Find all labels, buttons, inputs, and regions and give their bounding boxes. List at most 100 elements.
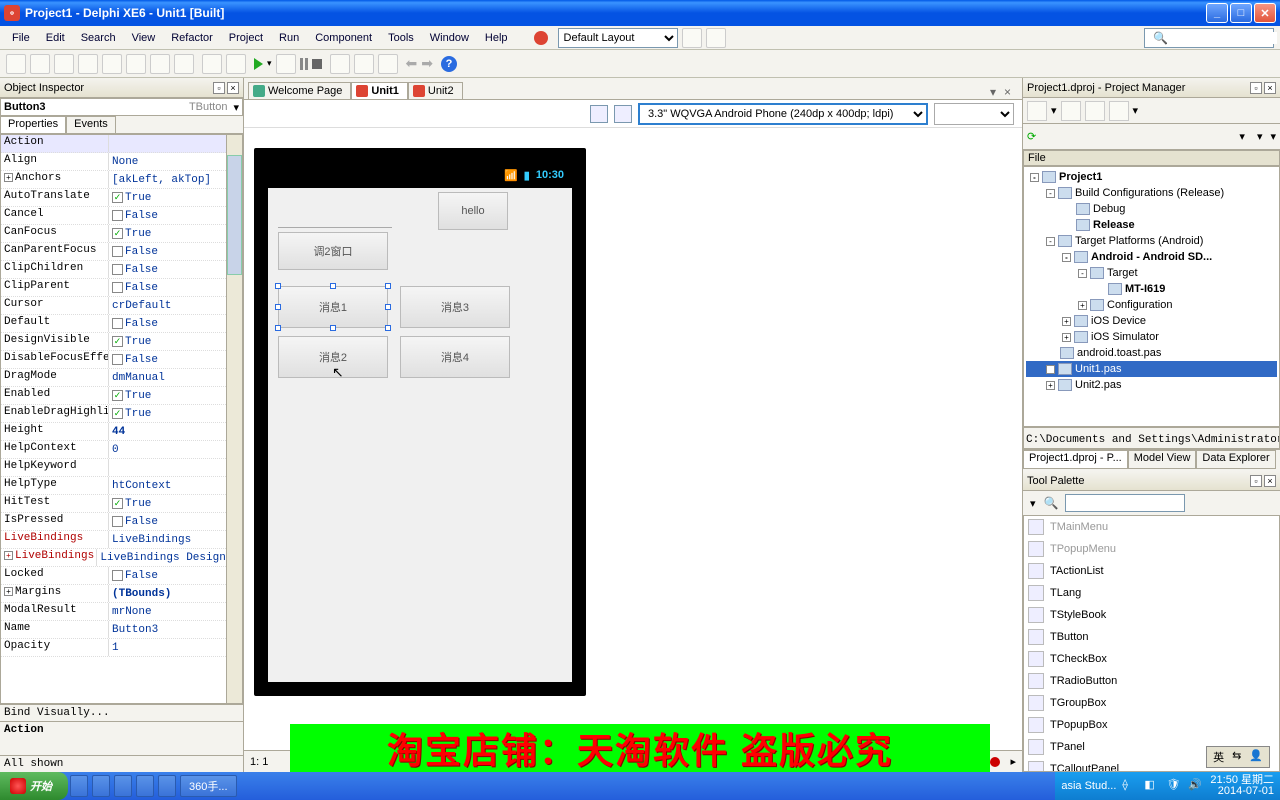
- layout-select[interactable]: Default Layout: [558, 28, 678, 48]
- saveall-button[interactable]: [150, 54, 170, 74]
- menu-search[interactable]: Search: [75, 30, 122, 46]
- tray-icon[interactable]: 🛡: [1166, 778, 1182, 794]
- menu-tools[interactable]: Tools: [382, 30, 420, 46]
- oi-tab-properties[interactable]: Properties: [0, 116, 66, 133]
- tree-row[interactable]: -Project1: [1026, 169, 1277, 185]
- menu-component[interactable]: Component: [309, 30, 378, 46]
- tray-clock[interactable]: 21:50 星期二 2014-07-01: [1210, 775, 1274, 797]
- task-item[interactable]: [70, 775, 88, 797]
- task-item-360[interactable]: 360手...: [180, 775, 237, 797]
- menu-edit[interactable]: Edit: [40, 30, 71, 46]
- tree-row[interactable]: -Build Configurations (Release): [1026, 185, 1277, 201]
- run-nobp-button[interactable]: [276, 54, 296, 74]
- palette-item[interactable]: TRadioButton: [1024, 670, 1279, 692]
- pm-view-button[interactable]: [1109, 101, 1129, 121]
- tree-row[interactable]: +Configuration: [1026, 297, 1277, 313]
- palette-item[interactable]: TPopupBox: [1024, 714, 1279, 736]
- oi-bind-visually[interactable]: Bind Visually...: [0, 704, 243, 721]
- language-indicator[interactable]: 英⇆👤: [1206, 746, 1270, 768]
- new-unit-button[interactable]: [54, 54, 74, 74]
- tab-welcome-page[interactable]: Welcome Page: [248, 82, 351, 99]
- stop-button[interactable]: [312, 59, 322, 69]
- btab-data[interactable]: Data Explorer: [1196, 450, 1275, 469]
- new-form-button[interactable]: [78, 54, 98, 74]
- open-button[interactable]: [30, 54, 50, 74]
- zoom-actual-button[interactable]: [590, 105, 608, 123]
- tree-row[interactable]: -Target: [1026, 265, 1277, 281]
- tab-dropdown-button[interactable]: ▾: [990, 85, 1004, 99]
- tree-row[interactable]: MT-I619: [1026, 281, 1277, 297]
- tree-row[interactable]: +Unit1.pas: [1026, 361, 1277, 377]
- menu-file[interactable]: File: [6, 30, 36, 46]
- tp-list[interactable]: TMainMenuTPopupMenuTActionListTLangTStyl…: [1023, 515, 1280, 772]
- oi-pin-button[interactable]: ▫: [213, 82, 225, 94]
- tree-row[interactable]: Debug: [1026, 201, 1277, 217]
- pause-button[interactable]: [300, 58, 308, 70]
- pm-add-button[interactable]: [1061, 101, 1081, 121]
- folder-open-button[interactable]: [202, 54, 222, 74]
- nav-fwd-button[interactable]: ➡: [421, 55, 433, 72]
- button-msg1-selected[interactable]: 消息1: [278, 286, 388, 328]
- help-button[interactable]: ?: [441, 56, 457, 72]
- oi-property-grid[interactable]: Action▾AlignNone+Anchors[akLeft, akTop]A…: [0, 134, 243, 704]
- oi-scrollbar[interactable]: [226, 135, 242, 703]
- palette-item[interactable]: TButton: [1024, 626, 1279, 648]
- oi-object-combo[interactable]: Button3 TButton ▾: [0, 98, 243, 116]
- menu-run[interactable]: Run: [273, 30, 305, 46]
- maximize-button[interactable]: □: [1230, 3, 1252, 23]
- menu-help[interactable]: Help: [479, 30, 514, 46]
- ide-search[interactable]: 🔍: [1144, 28, 1274, 48]
- tp-close-button[interactable]: ×: [1264, 475, 1276, 487]
- task-item[interactable]: [136, 775, 154, 797]
- tree-row[interactable]: -Android - Android SD...: [1026, 249, 1277, 265]
- palette-item[interactable]: TStyleBook: [1024, 604, 1279, 626]
- set-desktop-button[interactable]: [706, 28, 726, 48]
- nav-back-button[interactable]: ⬅: [406, 55, 418, 72]
- tree-row[interactable]: +Unit2.pas: [1026, 377, 1277, 393]
- tray-icon[interactable]: ◧: [1144, 778, 1160, 794]
- stepout-button[interactable]: [378, 54, 398, 74]
- btab-project[interactable]: Project1.dproj - P...: [1023, 450, 1128, 469]
- tab-unit2[interactable]: Unit2: [408, 82, 463, 99]
- ide-search-input[interactable]: [1177, 32, 1277, 44]
- stepinto-button[interactable]: [354, 54, 374, 74]
- tree-row[interactable]: -Target Platforms (Android): [1026, 233, 1277, 249]
- form-designer-canvas[interactable]: 📶 ▮ 10:30 hello 调2窗口 消息1 消息3 消息2: [244, 128, 1022, 750]
- new-button[interactable]: [6, 54, 26, 74]
- palette-item[interactable]: TActionList: [1024, 560, 1279, 582]
- button-msg4[interactable]: 消息4: [400, 336, 510, 378]
- oi-close-button[interactable]: ×: [227, 82, 239, 94]
- pm-sync-button[interactable]: ⟳: [1027, 130, 1036, 143]
- run-button[interactable]: [254, 58, 263, 70]
- palette-item[interactable]: TPopupMenu: [1024, 538, 1279, 560]
- folder-remove-button[interactable]: [226, 54, 246, 74]
- task-item[interactable]: [158, 775, 176, 797]
- palette-item[interactable]: TMainMenu: [1024, 516, 1279, 538]
- pm-new-button[interactable]: [1027, 101, 1047, 121]
- tree-row[interactable]: +iOS Simulator: [1026, 329, 1277, 345]
- tree-row[interactable]: +iOS Device: [1026, 313, 1277, 329]
- menu-window[interactable]: Window: [424, 30, 475, 46]
- menu-refactor[interactable]: Refactor: [165, 30, 219, 46]
- tab-unit1[interactable]: Unit1: [351, 82, 408, 99]
- tree-row[interactable]: Release: [1026, 217, 1277, 233]
- menu-view[interactable]: View: [126, 30, 162, 46]
- tab-close-button[interactable]: ×: [1004, 85, 1018, 99]
- start-button[interactable]: 开始: [0, 772, 68, 800]
- task-item[interactable]: [92, 775, 110, 797]
- task-item[interactable]: [114, 775, 132, 797]
- minimize-button[interactable]: _: [1206, 3, 1228, 23]
- checkupdates-icon[interactable]: [534, 31, 548, 45]
- pm-tree[interactable]: -Project1-Build Configurations (Release)…: [1023, 166, 1280, 427]
- oi-tab-events[interactable]: Events: [66, 116, 116, 133]
- save-project-button[interactable]: [174, 54, 194, 74]
- save-button[interactable]: [126, 54, 146, 74]
- zoom-fit-button[interactable]: [614, 105, 632, 123]
- tray-icon[interactable]: ⟠: [1122, 778, 1138, 794]
- button-hello[interactable]: hello: [438, 192, 508, 230]
- pm-remove-button[interactable]: [1085, 101, 1105, 121]
- form-surface[interactable]: hello 调2窗口 消息1 消息3 消息2 消息4 ↖: [268, 188, 572, 682]
- button-openwin[interactable]: 调2窗口: [278, 232, 388, 270]
- tp-pin-button[interactable]: ▫: [1250, 475, 1262, 487]
- system-tray[interactable]: asia Stud... ⟠ ◧ 🛡 🔊 21:50 星期二 2014-07-0…: [1055, 772, 1280, 800]
